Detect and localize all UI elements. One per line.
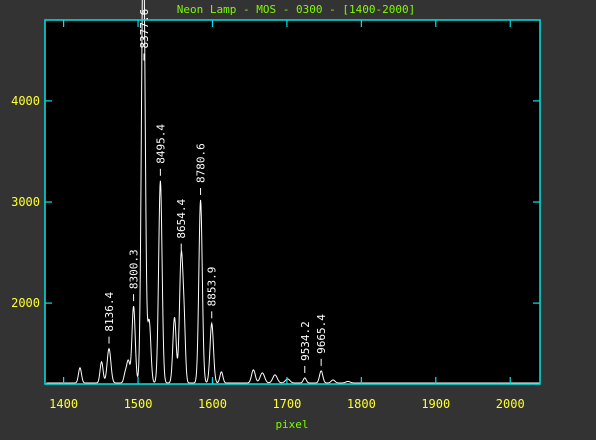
- y-tick-label: 2000: [11, 296, 40, 310]
- line-label: 8300.3: [128, 249, 141, 289]
- y-tick-label: 4000: [11, 94, 40, 108]
- x-tick-label: 2000: [496, 397, 525, 411]
- x-tick-label: 1700: [272, 397, 301, 411]
- x-tick-label: 1800: [347, 397, 376, 411]
- line-label: 8853.9: [206, 267, 219, 307]
- x-tick-label: 1900: [421, 397, 450, 411]
- line-label: 9534.2: [299, 321, 312, 361]
- line-label: 8654.4: [175, 198, 188, 238]
- line-label: 8136.4: [103, 291, 116, 331]
- spectrum-chart: Neon Lamp - MOS - 0300 - [1400-2000] 813…: [0, 0, 596, 440]
- plot-area: [45, 20, 540, 384]
- y-tick-label: 3000: [11, 195, 40, 209]
- x-tick-label: 1500: [124, 397, 153, 411]
- line-label: 9665.4: [315, 314, 328, 354]
- x-axis-label: pixel: [275, 418, 308, 431]
- line-label: 8780.6: [195, 143, 208, 183]
- chart-title: Neon Lamp - MOS - 0300 - [1400-2000]: [177, 3, 415, 16]
- line-label: 8495.4: [154, 124, 167, 164]
- x-tick-label: 1600: [198, 397, 227, 411]
- x-tick-label: 1400: [49, 397, 78, 411]
- line-label: 8377.6: [138, 9, 151, 49]
